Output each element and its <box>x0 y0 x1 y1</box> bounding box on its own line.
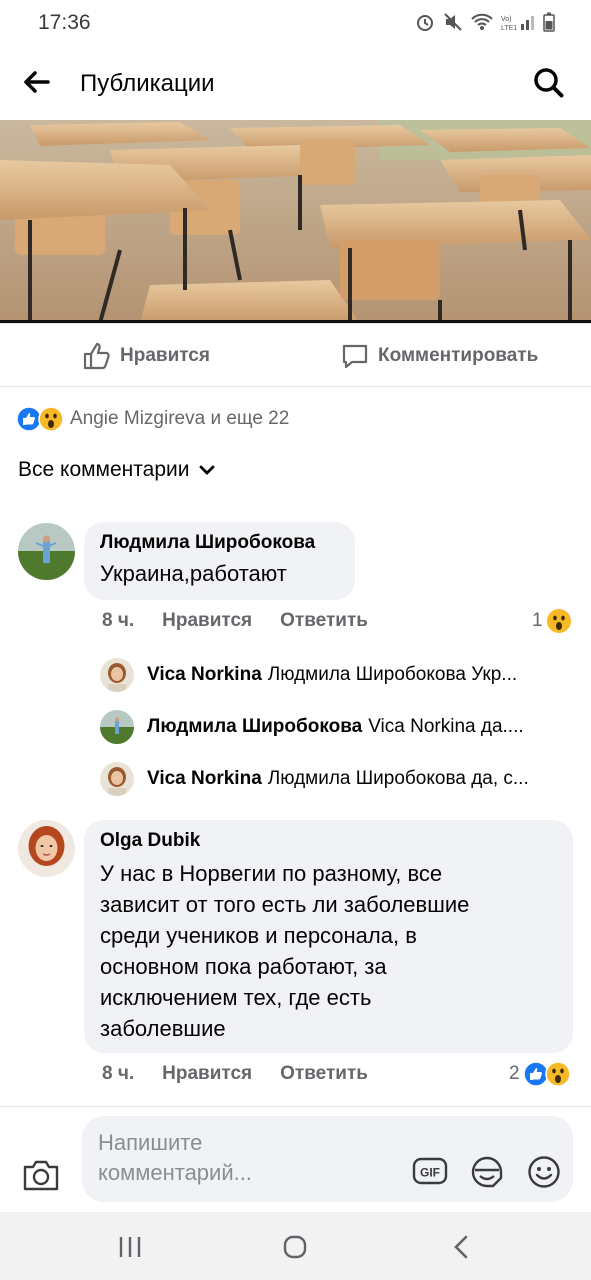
comment-bubble-icon <box>342 344 368 369</box>
back-nav-button[interactable] <box>441 1230 481 1264</box>
back-button[interactable] <box>22 68 58 100</box>
like-label: Нравится <box>120 345 210 366</box>
arrow-left-icon <box>24 71 50 93</box>
placeholder-line: Напишите <box>98 1130 203 1155</box>
reactions-summary[interactable]: Angie Mizgireva и еще 22 <box>16 404 289 434</box>
comment-composer[interactable]: Напишите комментарий... GIF <box>82 1116 573 1202</box>
chevron-left-icon <box>454 1235 468 1259</box>
gif-button[interactable]: GIF <box>412 1156 448 1186</box>
classroom-photo <box>0 120 591 323</box>
comment-label: Комментировать <box>378 345 539 366</box>
reply-author[interactable]: Vica Norkina <box>147 664 262 686</box>
reply-item[interactable]: Людмила Широбокова Vica Norkina да.... <box>100 707 570 747</box>
lte-signal-icon: Vo) LTE1 <box>501 16 534 31</box>
comment-bubble[interactable]: Людмила Широбокова Украина,работают <box>84 522 355 600</box>
post-actions: Нравится Комментировать <box>0 323 591 387</box>
comment-author[interactable]: Olga Dubik <box>100 830 557 852</box>
reactions-summary-text: Angie Mizgireva и еще 22 <box>70 408 290 429</box>
home-icon <box>283 1235 307 1259</box>
system-navigation-bar <box>0 1212 591 1280</box>
reply-author[interactable]: Vica Norkina <box>147 768 262 790</box>
avatar-woman-photo <box>100 658 134 692</box>
comments-filter-label: Все комментарии <box>18 458 190 481</box>
search-icon <box>534 68 564 98</box>
mute-icon <box>444 13 462 31</box>
comment-text: У нас в Норвегии по разному, все зависит… <box>100 858 557 1044</box>
emoji-icon <box>528 1156 560 1188</box>
comment-reaction-count[interactable]: 2 <box>509 1061 571 1087</box>
status-time: 17:36 <box>38 11 91 34</box>
reply-item[interactable]: Vica Norkina Людмила Широбокова да, с... <box>100 759 570 799</box>
comment-text-line: исключением тех, где есть <box>100 985 372 1010</box>
camera-icon <box>23 1160 59 1191</box>
wow-reaction-icon <box>546 609 571 633</box>
comment-like-button[interactable]: Нравится <box>162 1063 252 1085</box>
comment-text-line: основном пока работают, за <box>100 954 387 979</box>
comment-reaction-number: 1 <box>532 610 543 631</box>
avatar-woman-photo <box>18 820 75 877</box>
avatar-field-photo <box>100 710 134 744</box>
search-button[interactable] <box>532 66 568 102</box>
reply-item[interactable]: Vica Norkina Людмила Широбокова Укр... <box>100 655 570 695</box>
comments-filter-dropdown[interactable]: Все комментарии <box>18 458 215 482</box>
comment-text-line: среди учеников и персонала, в <box>100 923 417 948</box>
avatar[interactable] <box>100 710 134 744</box>
recent-apps-icon <box>119 1237 141 1257</box>
comment-text-line: заболевшие <box>100 1016 226 1041</box>
reply-author[interactable]: Людмила Широбокова <box>147 716 362 738</box>
reply-text: Vica Norkina да.... <box>368 716 524 737</box>
status-bar: 17:36 Vo) LTE1 <box>0 0 591 46</box>
reply-text: Людмила Широбокова Укр... <box>267 664 518 685</box>
comment-like-button[interactable]: Нравится <box>162 610 252 632</box>
comment-reply-button[interactable]: Ответить <box>280 1063 368 1085</box>
svg-text:GIF: GIF <box>420 1166 440 1180</box>
gif-icon: GIF <box>412 1157 448 1185</box>
wow-reaction-icon <box>544 1061 571 1087</box>
wifi-icon <box>471 13 493 30</box>
svg-text:LTE1: LTE1 <box>501 25 517 31</box>
recent-apps-button[interactable] <box>110 1230 150 1264</box>
app-header: Публикации <box>0 46 591 120</box>
comment-meta: 8 ч. Нравится Ответить <box>102 1063 368 1085</box>
post-image[interactable] <box>0 120 591 323</box>
avatar[interactable] <box>18 820 75 877</box>
alarm-icon <box>417 15 433 31</box>
battery-icon <box>543 12 555 32</box>
comment-author[interactable]: Людмила Широбокова <box>100 532 339 554</box>
avatar-woman-photo <box>100 762 134 796</box>
avatar[interactable] <box>100 762 134 796</box>
chevron-down-icon <box>200 465 215 475</box>
composer-divider <box>0 1106 591 1107</box>
comment-text-line: зависит от того есть ли заболевшие <box>100 892 470 917</box>
comment-button[interactable]: Комментировать <box>340 324 538 388</box>
sticker-icon <box>471 1156 503 1188</box>
comment-text: Украина,работают <box>100 561 287 586</box>
comment-reply-button[interactable]: Ответить <box>280 610 368 632</box>
thumbs-up-icon <box>83 342 110 370</box>
camera-button[interactable] <box>22 1158 60 1192</box>
reaction-icons <box>16 406 64 432</box>
status-icons: Vo) LTE1 <box>415 12 555 32</box>
comment-reaction-count[interactable]: 1 <box>532 608 572 634</box>
emoji-button[interactable] <box>526 1154 562 1190</box>
page-title: Публикации <box>80 70 215 97</box>
avatar[interactable] <box>100 658 134 692</box>
sticker-button[interactable] <box>469 1154 505 1190</box>
comment-time[interactable]: 8 ч. <box>102 1063 134 1085</box>
home-button[interactable] <box>275 1230 315 1264</box>
comment-meta: 8 ч. Нравится Ответить <box>102 610 368 632</box>
comment-reaction-number: 2 <box>509 1063 520 1084</box>
reply-text: Людмила Широбокова да, с... <box>267 768 529 789</box>
wow-reaction-icon <box>38 406 64 432</box>
avatar-field-photo <box>18 523 75 580</box>
comment-time[interactable]: 8 ч. <box>102 610 134 632</box>
like-button[interactable]: Нравится <box>82 324 210 388</box>
comment-bubble[interactable]: Olga Dubik У нас в Норвегии по разному, … <box>84 820 573 1053</box>
comment-input-placeholder[interactable]: Напишите комментарий... <box>98 1128 318 1188</box>
placeholder-line: комментарий... <box>98 1160 252 1185</box>
avatar[interactable] <box>18 523 75 580</box>
svg-text:Vo): Vo) <box>501 16 512 23</box>
comment-text-line: У нас в Норвегии по разному, все <box>100 861 443 886</box>
